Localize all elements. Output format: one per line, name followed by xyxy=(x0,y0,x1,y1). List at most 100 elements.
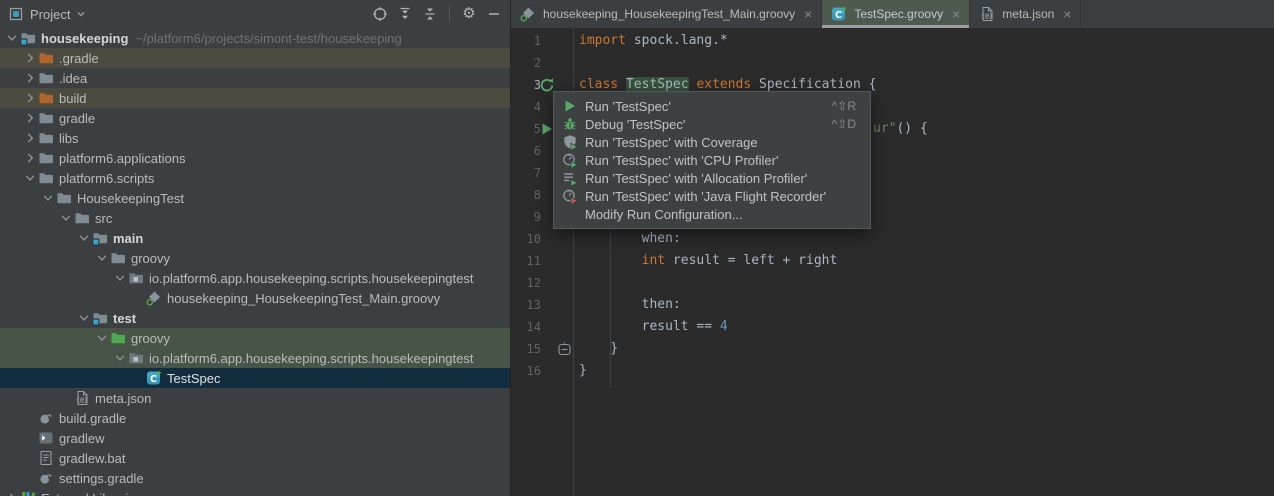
tab-title: housekeeping_HousekeepingTest_Main.groov… xyxy=(543,7,795,21)
menu-item-run-testspec-with-java-flight-recorder[interactable]: Run 'TestSpec' with 'Java Flight Recorde… xyxy=(554,187,870,205)
tree-item-label: TestSpec xyxy=(167,371,220,386)
tree-item-housekeeping[interactable]: housekeeping~/platform6/projects/simont-… xyxy=(0,28,510,48)
profiler-alloc-icon xyxy=(562,170,578,186)
tree-item-label: gradlew.bat xyxy=(59,451,126,466)
folder-icon xyxy=(38,150,56,166)
dropdown-caret-icon[interactable] xyxy=(76,6,86,22)
code-line-1[interactable]: 1import spock.lang.* xyxy=(511,30,1274,52)
chevron-down-icon[interactable] xyxy=(76,312,92,324)
menu-item-label: Run 'TestSpec' with Coverage xyxy=(585,135,856,150)
code-text: } xyxy=(563,360,587,382)
chevron-down-icon[interactable] xyxy=(94,252,110,264)
menu-item-label: Run 'TestSpec' xyxy=(585,99,814,114)
folder-icon xyxy=(110,250,128,266)
expand-all-icon[interactable] xyxy=(397,6,413,22)
tree-item-io-platform6-app-housekeeping-scripts-housekeepingtest[interactable]: io.platform6.app.housekeeping.scripts.ho… xyxy=(0,348,510,368)
tree-item-label: meta.json xyxy=(95,391,151,406)
menu-item-label: Run 'TestSpec' with 'Java Flight Recorde… xyxy=(585,189,856,204)
tree-item-test[interactable]: test xyxy=(0,308,510,328)
chevron-right-icon[interactable] xyxy=(22,112,38,124)
tree-item-testspec[interactable]: CTestSpec xyxy=(0,368,510,388)
tree-item-platform6-applications[interactable]: platform6.applications xyxy=(0,148,510,168)
tree-item-gradle[interactable]: .gradle xyxy=(0,48,510,68)
code-line-2[interactable]: 2 xyxy=(511,52,1274,74)
hide-panel-icon[interactable] xyxy=(486,6,502,22)
tree-item-src[interactable]: src xyxy=(0,208,510,228)
tree-item-gradlew[interactable]: gradlew xyxy=(0,428,510,448)
chevron-down-icon[interactable] xyxy=(4,32,20,44)
tree-item-platform6-scripts[interactable]: platform6.scripts xyxy=(0,168,510,188)
tree-item-gradlew-bat[interactable]: gradlew.bat xyxy=(0,448,510,468)
fold-region-icon[interactable] xyxy=(557,342,573,358)
tree-item-label: groovy xyxy=(131,331,170,346)
tree-item-main[interactable]: main xyxy=(0,228,510,248)
close-tab-icon[interactable]: × xyxy=(804,7,812,21)
editor-tab-meta-json[interactable]: {@}meta.json× xyxy=(970,0,1081,28)
groovy-file-icon xyxy=(520,6,536,22)
tree-item-build-gradle[interactable]: build.gradle xyxy=(0,408,510,428)
folder-icon xyxy=(38,170,56,186)
editor-tab-housekeeping-housekeepingtest-main-groovy[interactable]: housekeeping_HousekeepingTest_Main.groov… xyxy=(511,0,822,28)
menu-item-run-testspec-with-cpu-profiler[interactable]: Run 'TestSpec' with 'CPU Profiler' xyxy=(554,151,870,169)
editor-tab-testspec-groovy[interactable]: CTestSpec.groovy× xyxy=(822,0,970,28)
chevron-right-icon[interactable] xyxy=(22,152,38,164)
code-line-11[interactable]: 11 int result = left + right xyxy=(511,250,1274,272)
code-text: result == 4 xyxy=(563,316,728,338)
collapse-all-icon[interactable] xyxy=(422,6,438,22)
json-file-icon: {@} xyxy=(979,6,995,22)
tree-item-label: housekeeping_HousekeepingTest_Main.groov… xyxy=(167,291,440,306)
code-line-13[interactable]: 13 then: xyxy=(511,294,1274,316)
chevron-down-icon[interactable] xyxy=(112,352,128,364)
chevron-down-icon[interactable] xyxy=(112,272,128,284)
project-tree: housekeeping~/platform6/projects/simont-… xyxy=(0,28,510,496)
tree-item-settings-gradle[interactable]: settings.gradle xyxy=(0,468,510,488)
menu-item-run-testspec[interactable]: Run 'TestSpec'^⇧R xyxy=(554,97,870,115)
tree-item-groovy[interactable]: groovy xyxy=(0,328,510,348)
tree-item-groovy[interactable]: groovy xyxy=(0,248,510,268)
menu-item-run-testspec-with-allocation-profiler[interactable]: Run 'TestSpec' with 'Allocation Profiler… xyxy=(554,169,870,187)
chevron-right-icon[interactable] xyxy=(22,132,38,144)
tree-item-gradle[interactable]: gradle xyxy=(0,108,510,128)
tree-item-build[interactable]: build xyxy=(0,88,510,108)
profiler-cpu-icon xyxy=(562,152,578,168)
locate-icon[interactable] xyxy=(372,6,388,22)
tree-item-io-platform6-app-housekeeping-scripts-housekeepingtest[interactable]: io.platform6.app.housekeeping.scripts.ho… xyxy=(0,268,510,288)
profiler-jfr-icon xyxy=(562,188,578,204)
line-number: 12 xyxy=(511,272,563,294)
tree-item-label: External Libraries xyxy=(41,491,142,496)
menu-item-run-testspec-with-coverage[interactable]: Run 'TestSpec' with Coverage xyxy=(554,133,870,151)
tree-item-libs[interactable]: libs xyxy=(0,128,510,148)
chevron-down-icon[interactable] xyxy=(40,192,56,204)
code-text: import spock.lang.* xyxy=(563,30,728,52)
code-line-10[interactable]: 10 when: xyxy=(511,228,1274,250)
line-number: 11 xyxy=(511,250,563,272)
chevron-right-icon[interactable] xyxy=(4,492,20,496)
code-line-15[interactable]: 15 } xyxy=(511,338,1274,360)
tree-item-idea[interactable]: .idea xyxy=(0,68,510,88)
code-text xyxy=(563,52,579,74)
code-line-12[interactable]: 12 xyxy=(511,272,1274,294)
chevron-down-icon[interactable] xyxy=(22,172,38,184)
menu-item-modify-run-configuration[interactable]: Modify Run Configuration... xyxy=(554,205,870,223)
chevron-right-icon[interactable] xyxy=(22,92,38,104)
tree-item-external-libraries[interactable]: External Libraries xyxy=(0,488,510,496)
close-tab-icon[interactable]: × xyxy=(1063,7,1071,21)
chevron-right-icon[interactable] xyxy=(22,72,38,84)
chevron-right-icon[interactable] xyxy=(22,52,38,64)
settings-gear-icon[interactable]: ⚙ xyxy=(461,6,477,22)
tree-item-housekeeping-housekeepingtest-main-groovy[interactable]: housekeeping_HousekeepingTest_Main.groov… xyxy=(0,288,510,308)
project-panel-title[interactable]: Project xyxy=(30,7,70,22)
tree-item-label: HousekeepingTest xyxy=(77,191,184,206)
menu-item-debug-testspec[interactable]: Debug 'TestSpec'^⇧D xyxy=(554,115,870,133)
tree-item-meta-json[interactable]: {@}meta.json xyxy=(0,388,510,408)
line-number: 10 xyxy=(511,228,563,250)
tree-item-housekeepingtest[interactable]: HousekeepingTest xyxy=(0,188,510,208)
code-line-16[interactable]: 16} xyxy=(511,360,1274,382)
code-line-14[interactable]: 14 result == 4 xyxy=(511,316,1274,338)
tree-item-label: io.platform6.app.housekeeping.scripts.ho… xyxy=(149,271,474,286)
chevron-down-icon[interactable] xyxy=(58,212,74,224)
chevron-down-icon[interactable] xyxy=(94,332,110,344)
folder-icon xyxy=(38,130,56,146)
close-tab-icon[interactable]: × xyxy=(952,7,960,21)
chevron-down-icon[interactable] xyxy=(76,232,92,244)
